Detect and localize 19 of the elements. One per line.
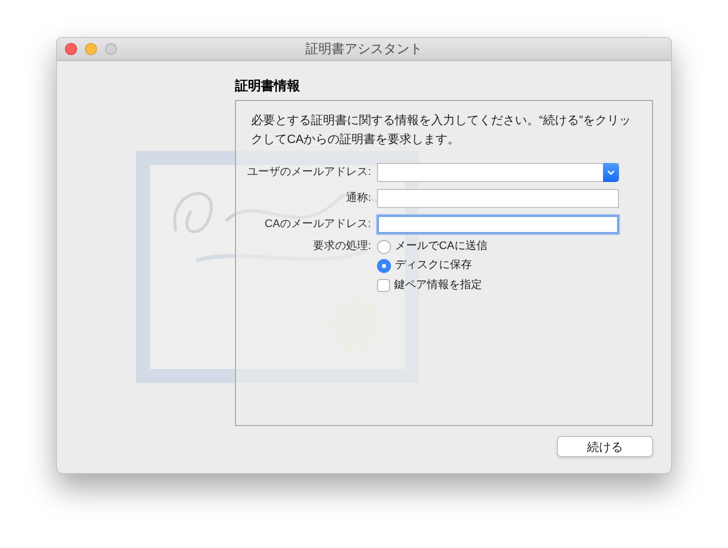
close-button[interactable] [65,43,77,55]
field-label: ユーザのメールアドレス: [246,164,371,180]
window-title: 証明書アシスタント [306,40,422,58]
field-label: CAのメールアドレス: [264,216,371,232]
radio-label[interactable]: メールでCAに送信 [395,238,488,255]
chevron-down-icon [607,170,615,174]
input-field[interactable] [377,214,619,234]
checkbox-label[interactable]: 鍵ペア情報を指定 [394,277,482,294]
email-dropdown[interactable] [377,162,619,182]
section-heading: 証明書情報 [235,77,301,95]
field-label: 通称: [346,190,371,206]
radio-label[interactable]: ディスクに保存 [395,257,472,274]
continue-button[interactable]: 続ける [557,436,653,457]
description-text: 必要とする証明書に関する情報を入力してください。“続ける”をクリックしてCAからの証明書を要求します。 [251,112,632,148]
minimize-button[interactable] [85,43,97,55]
checkbox[interactable] [377,279,390,292]
input-field[interactable] [377,188,619,208]
field-label: 要求の処理: [312,239,371,254]
zoom-button[interactable] [105,43,117,55]
